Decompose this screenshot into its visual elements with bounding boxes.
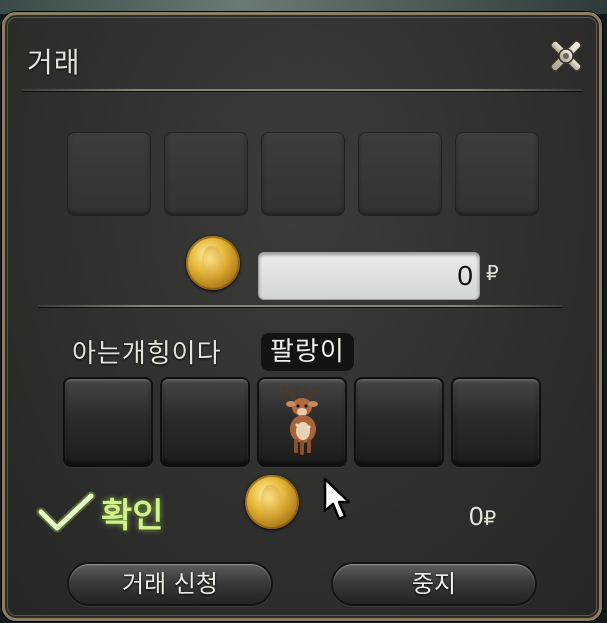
- fawn-minion-icon: [282, 386, 321, 456]
- window-title: 거래: [27, 46, 81, 79]
- gil-symbol: ₽: [483, 508, 497, 530]
- gil-symbol: ₽: [486, 261, 499, 285]
- section-divider: [39, 305, 563, 307]
- own-item-slot-3[interactable]: [261, 132, 345, 216]
- partner-label: 아는개힝이다: [72, 339, 222, 369]
- own-item-slot-2[interactable]: [164, 132, 248, 216]
- partner-name-tag: 팔랑이: [261, 333, 354, 371]
- partner-gil-amount: 0₽: [469, 501, 496, 532]
- partner-item-slot-5[interactable]: [451, 377, 541, 467]
- partner-item-slot-3[interactable]: [257, 377, 347, 467]
- partner-item-slot-2[interactable]: [160, 377, 250, 467]
- own-gil-input[interactable]: 0: [258, 252, 480, 300]
- trade-request-button[interactable]: 거래 신청: [67, 562, 273, 606]
- own-item-slot-5[interactable]: [455, 132, 539, 216]
- confirm-label: 확인: [101, 495, 164, 536]
- cancel-button[interactable]: 중지: [331, 562, 537, 606]
- title-divider: [23, 89, 583, 91]
- own-item-slot-1[interactable]: [67, 132, 151, 216]
- partner-confirmed-status: 확인: [35, 487, 164, 537]
- partner-item-slot-4[interactable]: [354, 377, 444, 467]
- partner-item-slot-1[interactable]: [63, 377, 153, 467]
- trade-window: 거래 0 ₽ 아는개힝이다 팔랑이 확인 0₽ 거래 신청 중지: [2, 12, 602, 621]
- partner-gil-value: 0: [469, 501, 484, 531]
- gil-coin-icon: [245, 475, 299, 529]
- gil-coin-icon: [186, 236, 240, 290]
- own-item-slot-4[interactable]: [358, 132, 442, 216]
- checkmark-icon: [36, 491, 96, 533]
- close-icon[interactable]: [543, 33, 589, 79]
- mouse-cursor-icon: [323, 477, 351, 521]
